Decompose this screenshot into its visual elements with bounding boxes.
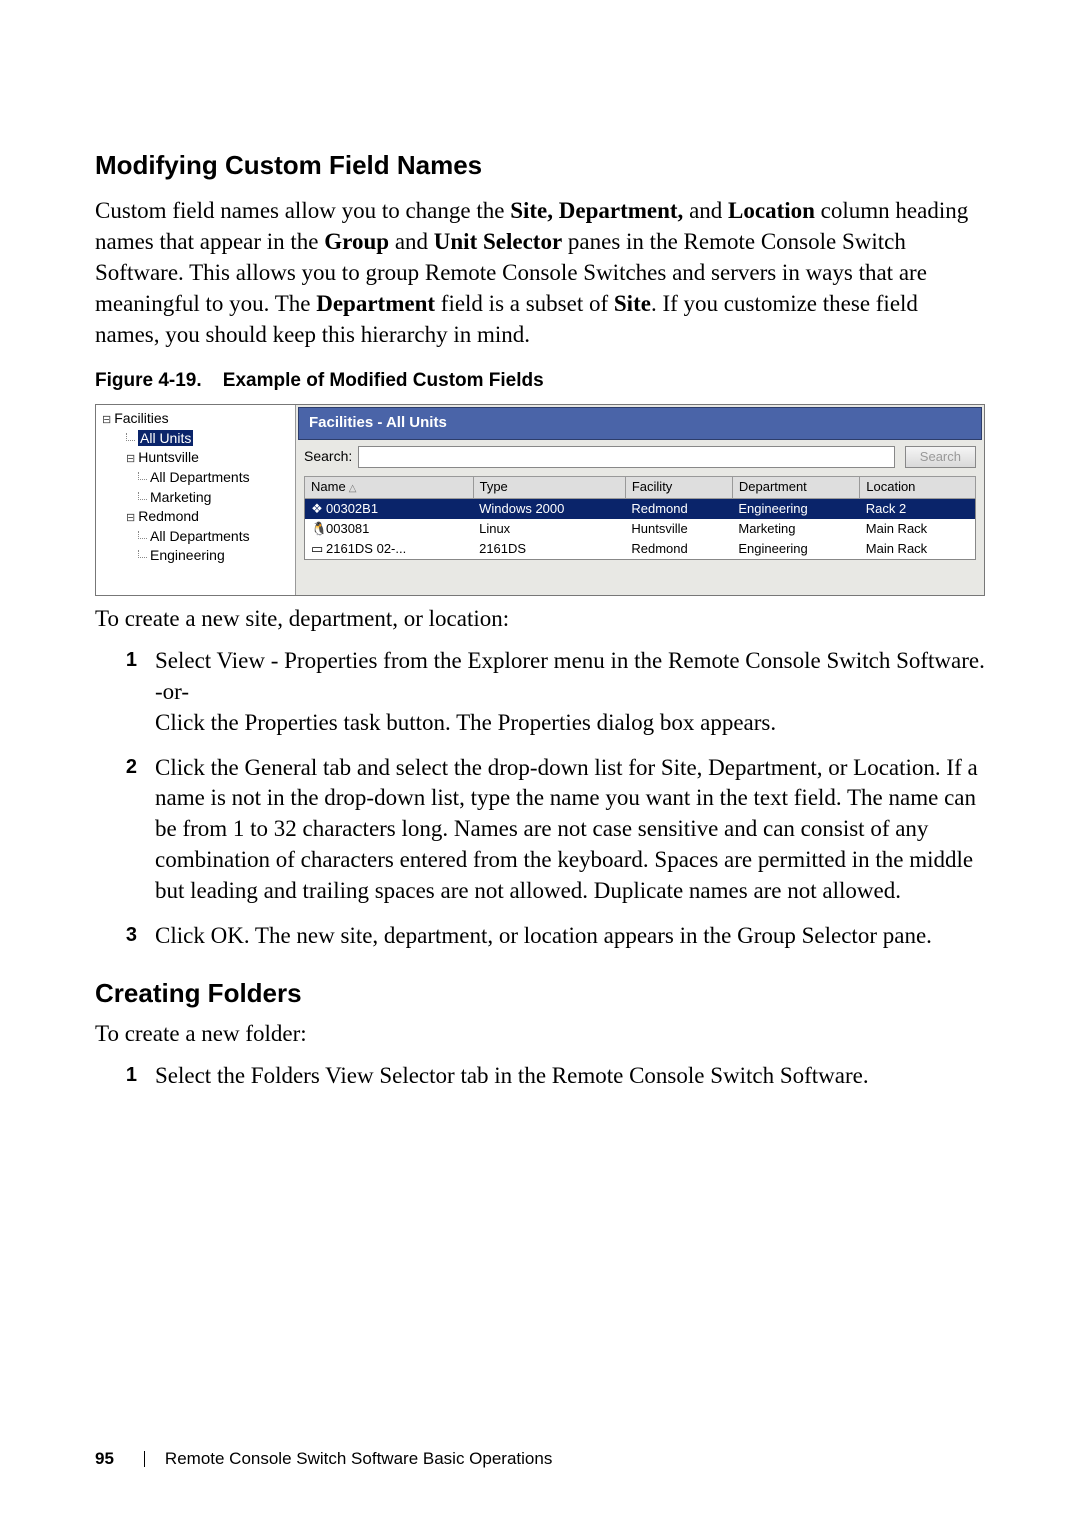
step-number: 1: [95, 646, 155, 738]
footer-title: Remote Console Switch Software Basic Ope…: [165, 1449, 552, 1469]
list-item: 1Select View - Properties from the Explo…: [95, 646, 985, 738]
search-input[interactable]: [358, 446, 895, 468]
table-row[interactable]: 🐧003081LinuxHuntsvilleMarketingMain Rack: [305, 519, 976, 539]
step-number: 2: [95, 753, 155, 907]
win-icon: ❖: [311, 501, 323, 517]
linux-icon: 🐧: [311, 521, 323, 537]
tree-item[interactable]: Huntsville: [98, 448, 293, 468]
procedure-steps-1: 1Select View - Properties from the Explo…: [95, 646, 985, 951]
tree-item[interactable]: Redmond: [98, 507, 293, 527]
figure-caption: Figure 4-19. Example of Modified Custom …: [95, 370, 985, 392]
page-number: 95: [95, 1449, 114, 1469]
section-heading: Modifying Custom Field Names: [95, 150, 985, 181]
table-row[interactable]: ❖00302B1Windows 2000RedmondEngineeringRa…: [305, 498, 976, 519]
page-footer: 95 Remote Console Switch Software Basic …: [95, 1449, 552, 1469]
search-label: Search:: [304, 448, 352, 466]
tree-item[interactable]: All Units: [98, 429, 293, 449]
list-item: 2Click the General tab and select the dr…: [95, 753, 985, 907]
tree-pane: FacilitiesAll UnitsHuntsvilleAll Departm…: [96, 405, 296, 595]
tree-item[interactable]: Facilities: [98, 409, 293, 429]
section-heading-2: Creating Folders: [95, 978, 985, 1009]
list-item: 3Click OK. The new site, department, or …: [95, 921, 985, 952]
procedure-intro: To create a new site, department, or loc…: [95, 606, 985, 632]
sort-ascending-icon: △: [349, 483, 357, 494]
unit-table: Name△TypeFacilityDepartmentLocation❖0030…: [304, 476, 976, 560]
column-header[interactable]: Department: [732, 477, 859, 499]
tree-item[interactable]: Engineering: [98, 546, 293, 566]
procedure-intro-2: To create a new folder:: [95, 1021, 985, 1047]
panel-title: Facilities - All Units: [298, 407, 982, 440]
step-number: 3: [95, 921, 155, 952]
column-header[interactable]: Type: [473, 477, 625, 499]
column-header[interactable]: Name△: [305, 477, 474, 499]
step-number: 1: [95, 1061, 155, 1092]
right-pane: Facilities - All Units Search: Search Na…: [296, 405, 984, 595]
intro-paragraph: Custom field names allow you to change t…: [95, 195, 985, 350]
tree-item[interactable]: All Departments: [98, 468, 293, 488]
procedure-steps-2: 1Select the Folders View Selector tab in…: [95, 1061, 985, 1092]
footer-divider: [144, 1451, 145, 1467]
switch-icon: ▭: [311, 541, 323, 557]
figure-title: Example of Modified Custom Fields: [223, 370, 544, 391]
column-header[interactable]: Facility: [625, 477, 732, 499]
figure-number: Figure 4-19.: [95, 370, 202, 391]
screenshot-example: FacilitiesAll UnitsHuntsvilleAll Departm…: [95, 404, 985, 596]
table-row[interactable]: ▭2161DS 02-...2161DSRedmondEngineeringMa…: [305, 539, 976, 560]
list-item: 1Select the Folders View Selector tab in…: [95, 1061, 985, 1092]
tree-item[interactable]: All Departments: [98, 527, 293, 547]
tree-item[interactable]: Marketing: [98, 488, 293, 508]
search-row: Search: Search: [304, 446, 976, 468]
search-button[interactable]: Search: [905, 446, 976, 468]
column-header[interactable]: Location: [860, 477, 976, 499]
